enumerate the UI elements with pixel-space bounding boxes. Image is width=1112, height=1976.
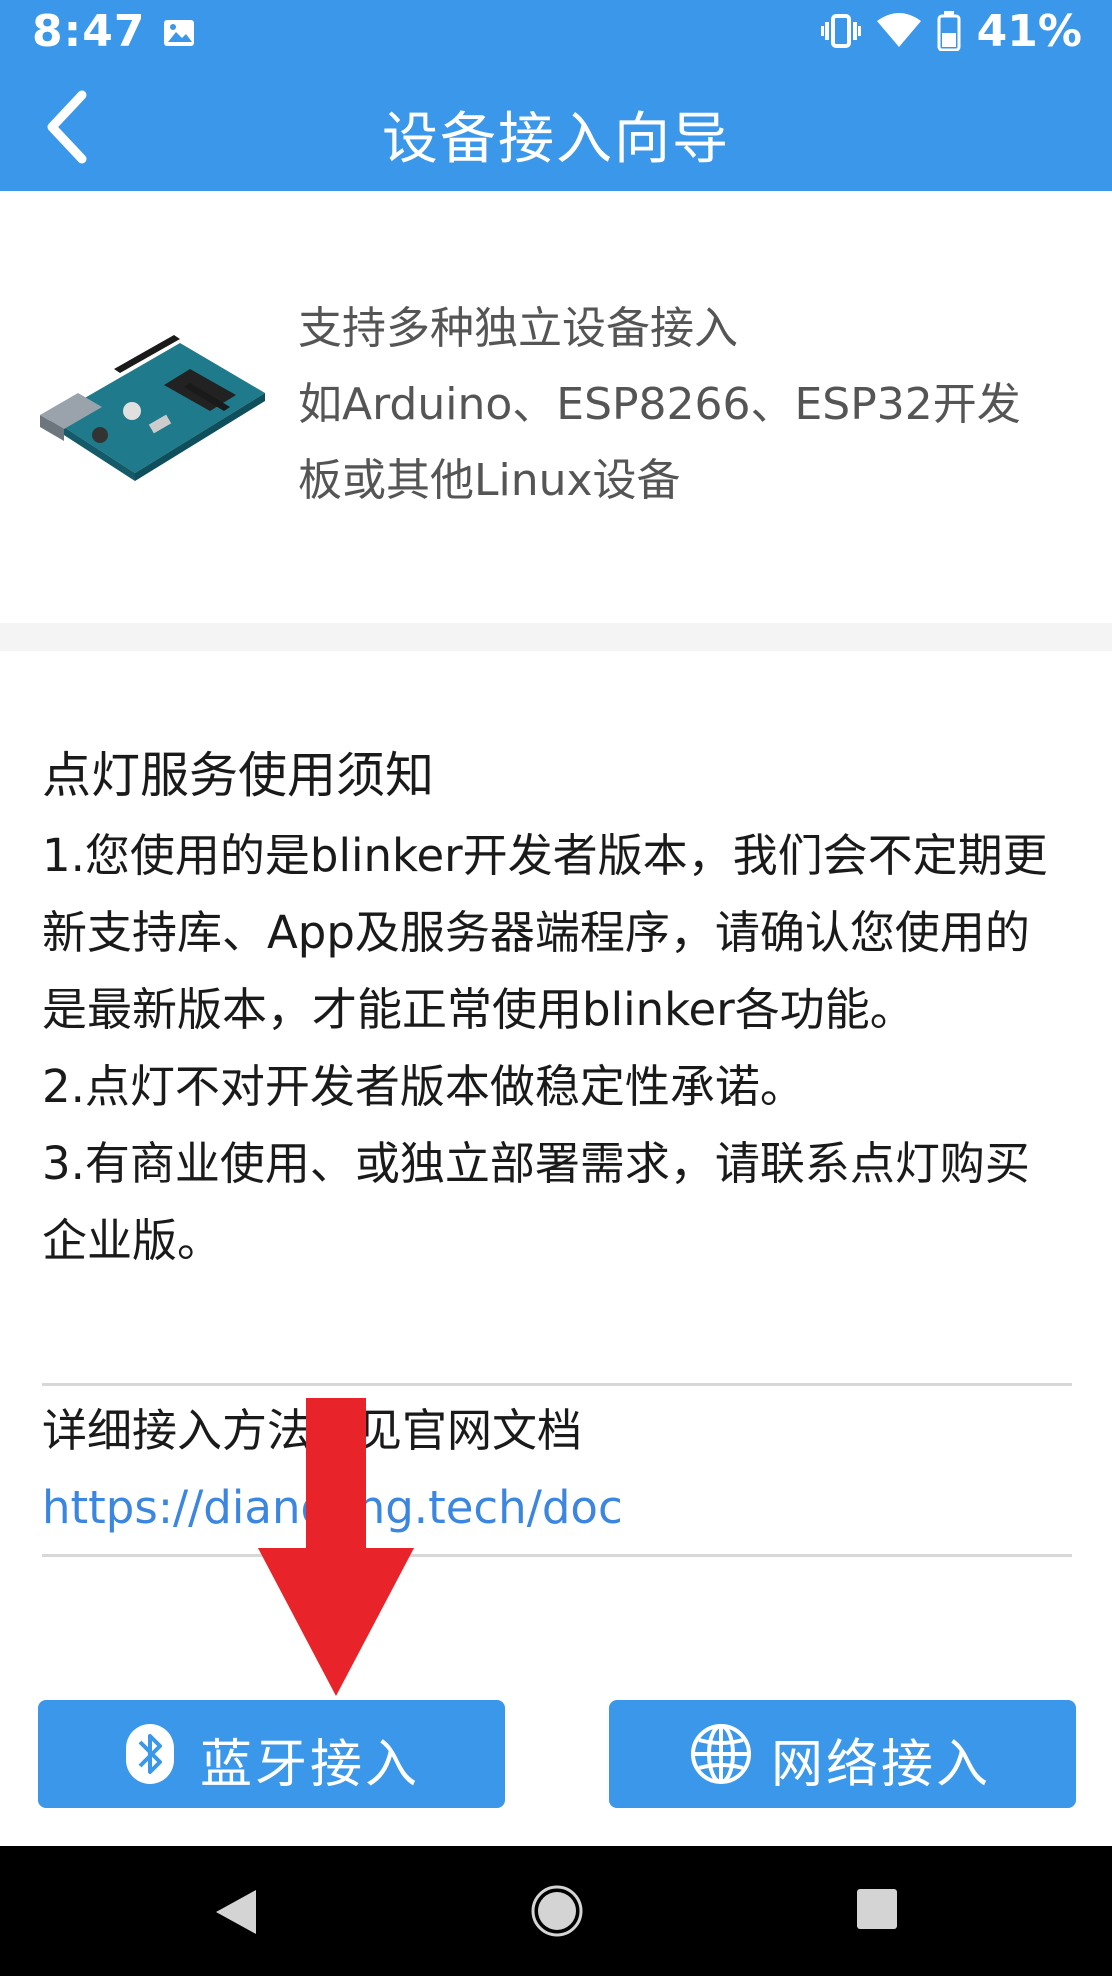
app-bar: 设备接入向导 [0, 62, 1112, 191]
red-arrow-down-icon [258, 1398, 414, 1696]
status-bar: 8:47 41% [0, 0, 1112, 62]
intro-text: 支持多种独立设备接入 如Arduino、ESP8266、ESP32开发 板或其他… [298, 291, 1098, 519]
divider-line [42, 1383, 1072, 1386]
globe-icon [691, 1724, 751, 1784]
bluetooth-button-label: 蓝牙接入 [200, 1735, 421, 1795]
notice-body: 1.您使用的是blinker开发者版本，我们会不定期更新支持库、App及服务器端… [42, 817, 1072, 1279]
battery-icon [937, 11, 961, 51]
notice-section: 点灯服务使用须知 1.您使用的是blinker开发者版本，我们会不定期更新支持库… [42, 735, 1072, 1279]
notice-item: 3.有商业使用、或独立部署需求，请联系点灯购买企业版。 [42, 1137, 1030, 1267]
bluetooth-icon [126, 1724, 174, 1784]
docs-label: 详细接入方法可见官网文档 [42, 1392, 1072, 1469]
image-icon [164, 20, 194, 46]
nav-back-icon[interactable] [210, 1886, 262, 1938]
docs-section: 详细接入方法可见官网文档 https://diandeng.tech/doc [42, 1392, 1072, 1546]
notice-item: 1.您使用的是blinker开发者版本，我们会不定期更新支持库、App及服务器端… [42, 829, 1048, 1036]
vibrate-icon [820, 14, 861, 48]
nav-home-icon[interactable] [530, 1884, 584, 1938]
status-right-group: 41% [820, 5, 1082, 57]
section-divider [0, 623, 1112, 651]
intro-line: 如Arduino、ESP8266、ESP32开发 [298, 379, 1021, 430]
intro-line: 支持多种独立设备接入 [298, 303, 738, 354]
network-connect-button[interactable]: 网络接入 [609, 1700, 1076, 1808]
nav-recents-icon[interactable] [856, 1888, 898, 1930]
arduino-board-image [40, 335, 265, 481]
wifi-icon [876, 13, 921, 47]
status-time: 8:47 [32, 6, 146, 57]
notice-title: 点灯服务使用须知 [42, 747, 435, 804]
intro-line: 板或其他Linux设备 [298, 455, 681, 506]
battery-percent: 41% [976, 5, 1082, 57]
system-nav-bar [0, 1846, 1112, 1976]
bluetooth-connect-button[interactable]: 蓝牙接入 [38, 1700, 505, 1808]
notice-item: 2.点灯不对开发者版本做稳定性承诺。 [42, 1060, 805, 1113]
intro-section: 支持多种独立设备接入 如Arduino、ESP8266、ESP32开发 板或其他… [0, 191, 1112, 623]
network-button-label: 网络接入 [771, 1735, 992, 1795]
page-title: 设备接入向导 [382, 107, 730, 172]
divider-line [42, 1554, 1072, 1557]
